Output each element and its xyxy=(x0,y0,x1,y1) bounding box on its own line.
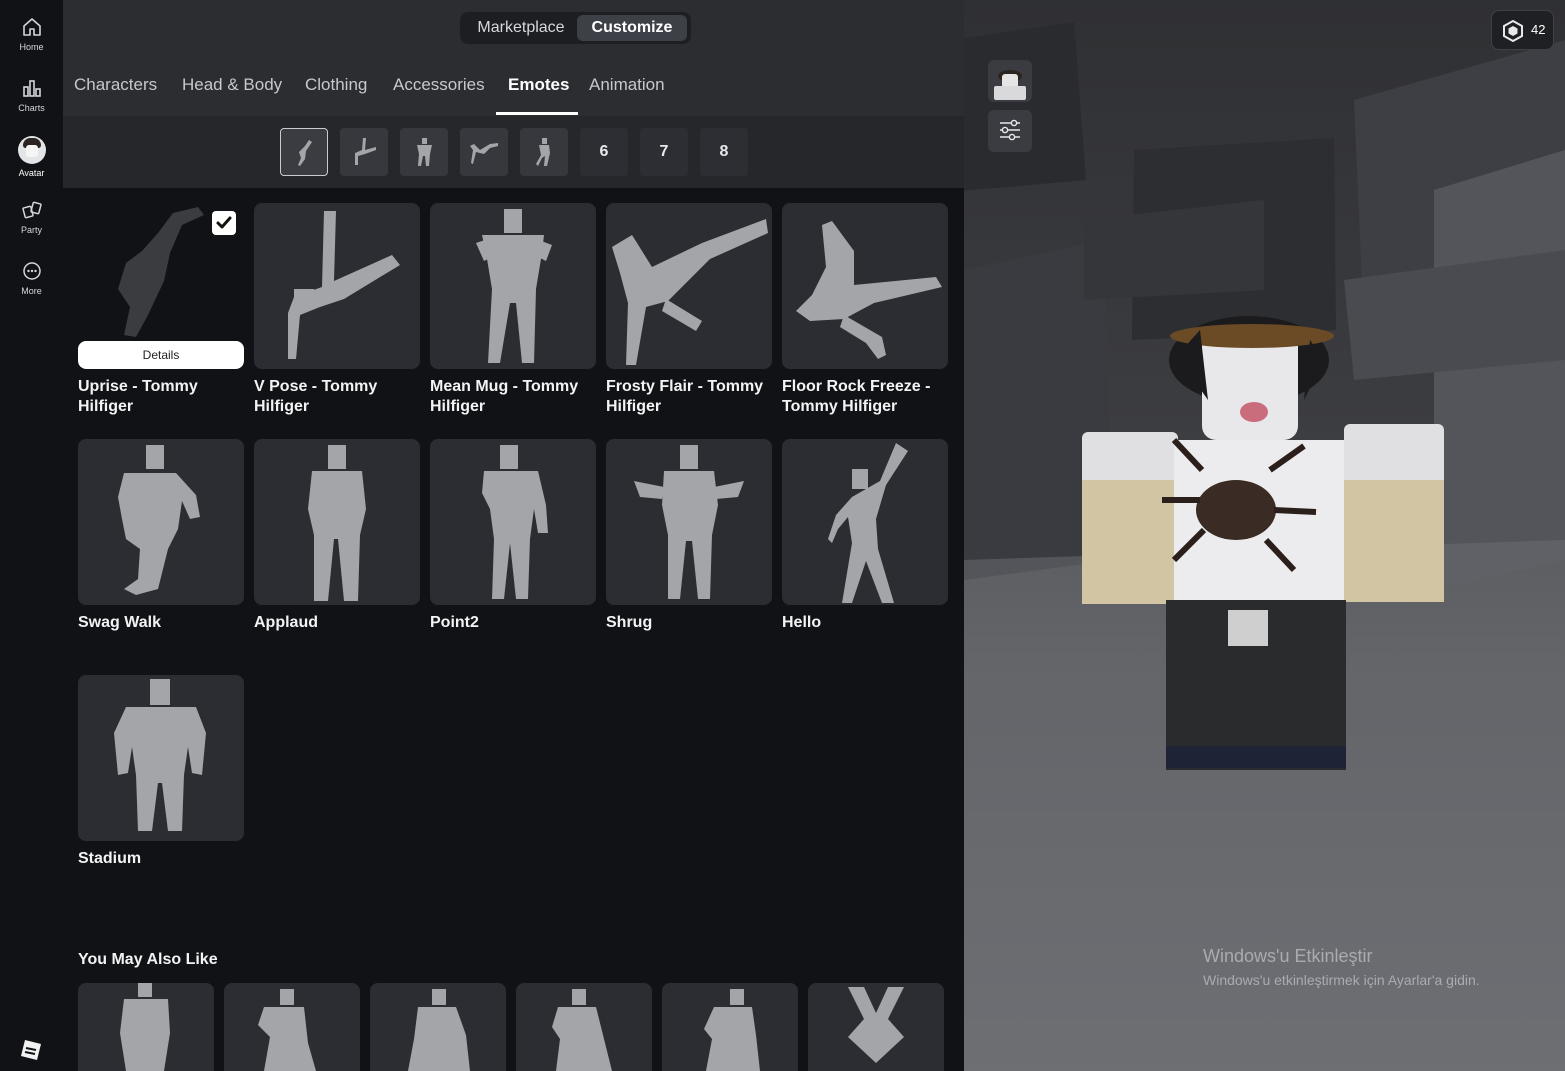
emote-slot-2[interactable] xyxy=(340,128,388,176)
customize-tab[interactable]: Customize xyxy=(577,15,687,41)
nav-more-label: More xyxy=(21,286,42,296)
item-name: Shrug xyxy=(606,614,653,631)
item-name: Swag Walk xyxy=(78,614,161,631)
category-tabs: Characters Head & Body Clothing Accessor… xyxy=(63,56,964,116)
item-thumbnail[interactable] xyxy=(606,203,772,369)
emote-slot-8[interactable]: 8 xyxy=(700,128,748,176)
slot-4-emote-icon xyxy=(470,143,498,164)
recommendations-title: You May Also Like xyxy=(78,951,218,968)
mode-switch: Marketplace Customize xyxy=(460,12,691,44)
roblox-logo-icon[interactable] xyxy=(20,1039,42,1061)
party-icon xyxy=(21,201,42,219)
robux-balance[interactable]: 42 xyxy=(1491,10,1554,50)
activation-subtitle: Windows'u etkinleştirmek için Ayarlar'a … xyxy=(1203,972,1480,988)
nav-more[interactable]: More xyxy=(0,260,63,318)
item-name: Mean Mug - Tommy Hilfiger xyxy=(430,378,579,415)
item-thumbnail[interactable] xyxy=(782,203,948,369)
item-thumbnail[interactable] xyxy=(430,203,596,369)
item-name: Hello xyxy=(782,614,822,631)
recommendation-card[interactable] xyxy=(78,983,214,1071)
nav-party-label: Party xyxy=(20,225,42,235)
tab-emotes[interactable]: Emotes xyxy=(508,75,569,95)
recommendation-card[interactable] xyxy=(224,983,360,1071)
emote-slot-6[interactable]: 6 xyxy=(580,128,628,176)
emote-catalog: Details Uprise - Tommy Hilfiger V Pose -… xyxy=(63,188,964,1071)
item-thumbnail[interactable] xyxy=(430,439,596,605)
top-bar: Marketplace Customize xyxy=(63,0,964,56)
slot-1-emote-icon xyxy=(298,140,312,166)
details-button[interactable]: Details xyxy=(78,341,244,369)
left-sidebar: Home Charts Avatar Party More xyxy=(0,0,63,1071)
item-name: V Pose - Tommy Hilfiger xyxy=(254,378,378,415)
tab-accessories[interactable]: Accessories xyxy=(393,75,485,95)
recommendation-card[interactable] xyxy=(516,983,652,1071)
emote-slot-4[interactable] xyxy=(460,128,508,176)
item-name: Uprise - Tommy Hilfiger xyxy=(78,378,198,415)
item-thumbnail[interactable] xyxy=(78,439,244,605)
checkmark-icon xyxy=(216,216,232,229)
emote-slot-7[interactable]: 7 xyxy=(640,128,688,176)
avatar-settings-button[interactable] xyxy=(988,110,1032,152)
slot-3-emote-icon xyxy=(417,138,432,166)
item-thumbnail[interactable] xyxy=(78,675,244,841)
item-name: Frosty Flair - Tommy Hilfiger xyxy=(606,378,764,415)
item-thumbnail[interactable]: Details xyxy=(78,203,244,369)
equipped-checkbox[interactable] xyxy=(212,211,236,235)
nav-avatar-label: Avatar xyxy=(18,168,45,178)
tab-clothing[interactable]: Clothing xyxy=(305,75,367,95)
item-thumbnail[interactable] xyxy=(606,439,772,605)
slot-5-emote-icon xyxy=(536,138,550,166)
marketplace-tab[interactable]: Marketplace xyxy=(465,15,577,41)
emote-slot-3[interactable] xyxy=(400,128,448,176)
item-thumbnail[interactable] xyxy=(254,439,420,605)
item-name: Point2 xyxy=(430,614,479,631)
nav-home[interactable]: Home xyxy=(0,16,63,74)
settings-sliders-icon xyxy=(1000,119,1020,141)
scene-backdrop xyxy=(964,22,1565,1071)
recommendation-card[interactable] xyxy=(370,983,506,1071)
avatar-viewer[interactable] xyxy=(964,0,1565,1071)
nav-charts-label: Charts xyxy=(18,103,45,113)
home-icon xyxy=(22,18,41,36)
nav-charts[interactable]: Charts xyxy=(0,77,63,135)
nav-avatar[interactable]: Avatar xyxy=(0,136,63,194)
emote-slot-5[interactable] xyxy=(520,128,568,176)
item-name: Floor Rock Freeze - Tommy Hilfiger xyxy=(782,378,931,415)
avatar-icon xyxy=(17,136,46,164)
viewer-controls xyxy=(988,60,1032,152)
emote-slot-1[interactable] xyxy=(280,128,328,176)
item-thumbnail[interactable] xyxy=(782,439,948,605)
item-name: Applaud xyxy=(254,614,318,631)
emote-slot-bar: 6 7 8 xyxy=(63,116,964,188)
charts-icon xyxy=(22,80,41,97)
nav-home-label: Home xyxy=(19,42,44,52)
more-icon xyxy=(22,262,41,280)
tab-characters[interactable]: Characters xyxy=(74,75,157,95)
active-tab-indicator xyxy=(496,112,578,115)
avatar-thumbnail-button[interactable] xyxy=(988,60,1032,102)
avatar-thumbnail-icon xyxy=(994,70,1026,100)
tab-animation[interactable]: Animation xyxy=(589,75,665,95)
robux-icon xyxy=(1503,20,1523,42)
tab-head-body[interactable]: Head & Body xyxy=(182,75,282,95)
nav-party[interactable]: Party xyxy=(0,199,63,257)
slot-2-emote-icon xyxy=(355,138,376,165)
item-thumbnail[interactable] xyxy=(254,203,420,369)
robux-count: 42 xyxy=(1531,22,1546,37)
activation-title: Windows'u Etkinleştir xyxy=(1203,946,1373,966)
recommendation-card[interactable] xyxy=(808,983,944,1071)
item-name: Stadium xyxy=(78,850,142,867)
recommendation-card[interactable] xyxy=(662,983,798,1071)
